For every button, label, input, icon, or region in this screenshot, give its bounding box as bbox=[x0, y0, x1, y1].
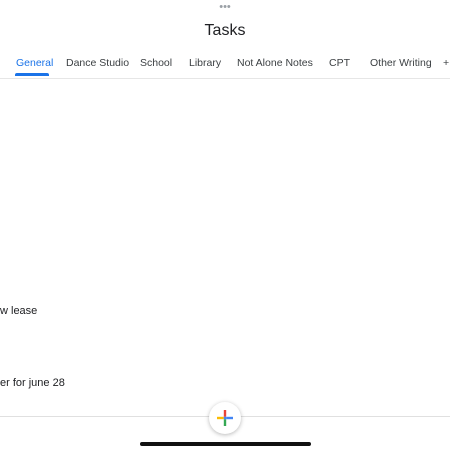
tab-school[interactable]: School bbox=[140, 57, 172, 69]
tab-dance-studio[interactable]: Dance Studio bbox=[66, 57, 129, 69]
add-task-button[interactable] bbox=[209, 402, 241, 434]
tab-library[interactable]: Library bbox=[189, 57, 221, 69]
active-tab-indicator bbox=[15, 73, 49, 76]
page-title: Tasks bbox=[204, 22, 246, 39]
tab-other-writing[interactable]: Other Writing bbox=[370, 57, 432, 69]
add-list-tab[interactable]: + bbox=[443, 57, 449, 69]
tab-not-alone-notes[interactable]: Not Alone Notes bbox=[237, 57, 313, 69]
drag-handle-icon[interactable]: ••• bbox=[0, 2, 450, 13]
tab-cpt[interactable]: CPT bbox=[329, 57, 350, 69]
tab-general[interactable]: General bbox=[16, 57, 53, 69]
plus-icon bbox=[217, 410, 233, 426]
task-list-tabs: General Dance Studio School Library Not … bbox=[0, 50, 450, 79]
tasks-screen: ••• Tasks General Dance Studio School Li… bbox=[0, 0, 450, 450]
task-item[interactable]: er for june 28 bbox=[0, 377, 65, 389]
task-item[interactable]: w lease bbox=[0, 305, 37, 317]
home-indicator[interactable] bbox=[140, 442, 311, 446]
